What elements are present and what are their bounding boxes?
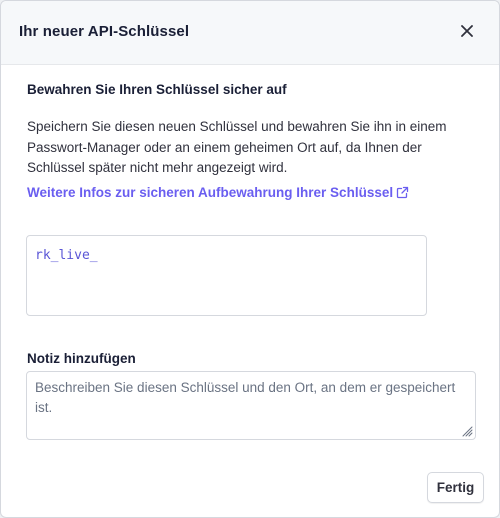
note-label: Notiz hinzufügen xyxy=(27,351,136,366)
key-storage-info-link[interactable]: Weitere Infos zur sicheren Aufbewahrung … xyxy=(27,185,409,200)
api-key-value: rk_live_ xyxy=(35,248,98,263)
close-button[interactable] xyxy=(456,22,478,44)
api-key-dialog: Ihr neuer API-Schlüssel Bewahren Sie Ihr… xyxy=(0,0,500,518)
dialog-title: Ihr neuer API-Schlüssel xyxy=(19,23,190,40)
api-key-display[interactable]: rk_live_ xyxy=(26,235,427,316)
info-link-label: Weitere Infos zur sicheren Aufbewahrung … xyxy=(27,185,394,200)
description-text: Speichern Sie diesen neuen Schlüssel und… xyxy=(27,119,447,175)
section-heading: Bewahren Sie Ihren Schlüssel sicher auf xyxy=(27,82,287,97)
external-link-icon xyxy=(396,186,409,199)
note-input[interactable] xyxy=(26,371,476,440)
resize-handle-icon[interactable] xyxy=(459,423,473,437)
close-icon xyxy=(461,24,473,42)
done-button[interactable]: Fertig xyxy=(427,472,484,503)
dialog-header: Ihr neuer API-Schlüssel xyxy=(1,1,499,65)
